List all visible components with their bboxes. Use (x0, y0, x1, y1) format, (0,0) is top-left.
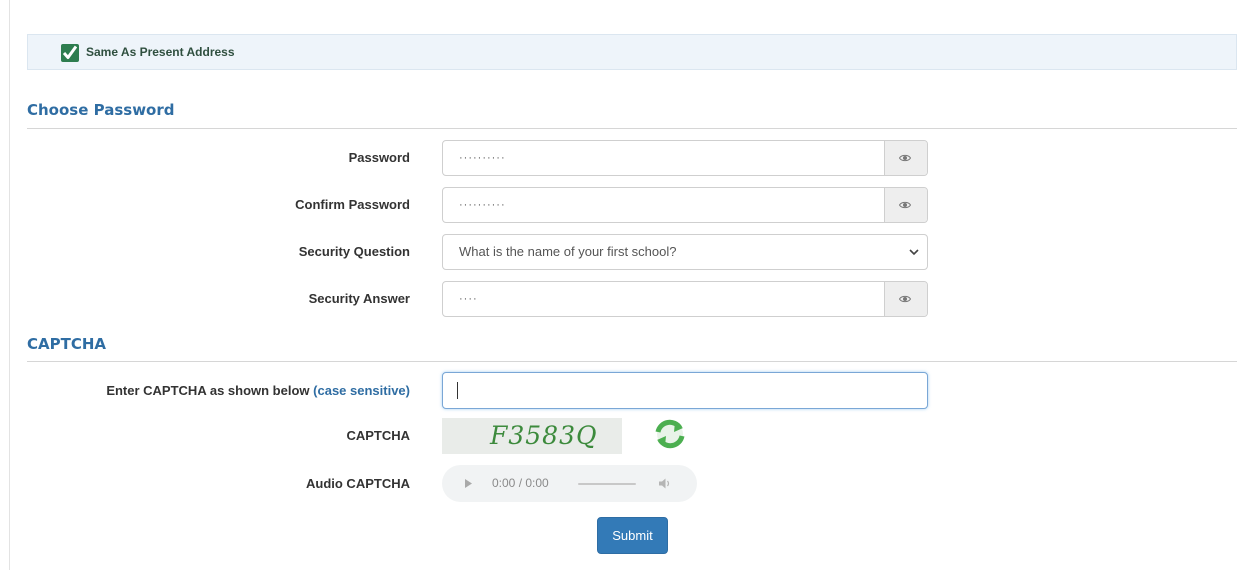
eye-icon (899, 201, 911, 209)
section-divider (27, 128, 1237, 129)
password-visibility-toggle[interactable] (884, 141, 927, 175)
audio-time: 0:00 / 0:00 (492, 476, 549, 490)
confirm-password-value: ·········· (459, 199, 506, 211)
security-answer-value: ···· (459, 293, 478, 305)
captcha-input[interactable] (442, 372, 928, 409)
security-answer-label: Security Answer (308, 291, 410, 306)
checkmark-icon (63, 45, 77, 59)
security-question-select[interactable]: What is the name of your first school? (442, 234, 928, 270)
same-as-present-address-checkbox[interactable] (61, 44, 79, 62)
captcha-heading: CAPTCHA (27, 335, 107, 353)
captcha-image: F3583Q (442, 418, 622, 454)
refresh-icon[interactable] (653, 418, 687, 450)
confirm-password-visibility-toggle[interactable] (884, 188, 927, 222)
eye-icon (899, 154, 911, 162)
same-as-present-address-row: Same As Present Address (27, 34, 1237, 70)
page-left-border (9, 0, 10, 570)
same-as-present-address-label: Same As Present Address (86, 45, 235, 59)
text-cursor (457, 382, 458, 399)
choose-password-heading: Choose Password (27, 101, 175, 119)
chevron-down-icon (909, 249, 919, 256)
play-icon[interactable] (464, 478, 473, 489)
enter-captcha-label: Enter CAPTCHA as shown below (case sensi… (106, 383, 410, 398)
confirm-password-label: Confirm Password (295, 197, 410, 212)
submit-button[interactable]: Submit (597, 517, 668, 554)
enter-captcha-text: Enter CAPTCHA as shown below (106, 383, 310, 398)
captcha-code: F3583Q (490, 421, 598, 450)
password-field[interactable]: ·········· (442, 140, 928, 176)
captcha-label: CAPTCHA (346, 428, 410, 443)
audio-progress-bar[interactable] (578, 483, 636, 485)
security-question-value: What is the name of your first school? (459, 244, 677, 259)
eye-icon (899, 295, 911, 303)
security-question-label: Security Question (298, 244, 410, 259)
password-value: ·········· (459, 152, 506, 164)
case-sensitive-hint: (case sensitive) (313, 383, 410, 398)
volume-icon[interactable] (658, 477, 672, 490)
security-answer-visibility-toggle[interactable] (884, 282, 927, 316)
confirm-password-field[interactable]: ·········· (442, 187, 928, 223)
audio-captcha-label: Audio CAPTCHA (306, 476, 410, 491)
section-divider (27, 361, 1237, 362)
audio-captcha-player[interactable]: 0:00 / 0:00 (442, 465, 697, 502)
password-label: Password (348, 150, 410, 165)
security-answer-field[interactable]: ···· (442, 281, 928, 317)
